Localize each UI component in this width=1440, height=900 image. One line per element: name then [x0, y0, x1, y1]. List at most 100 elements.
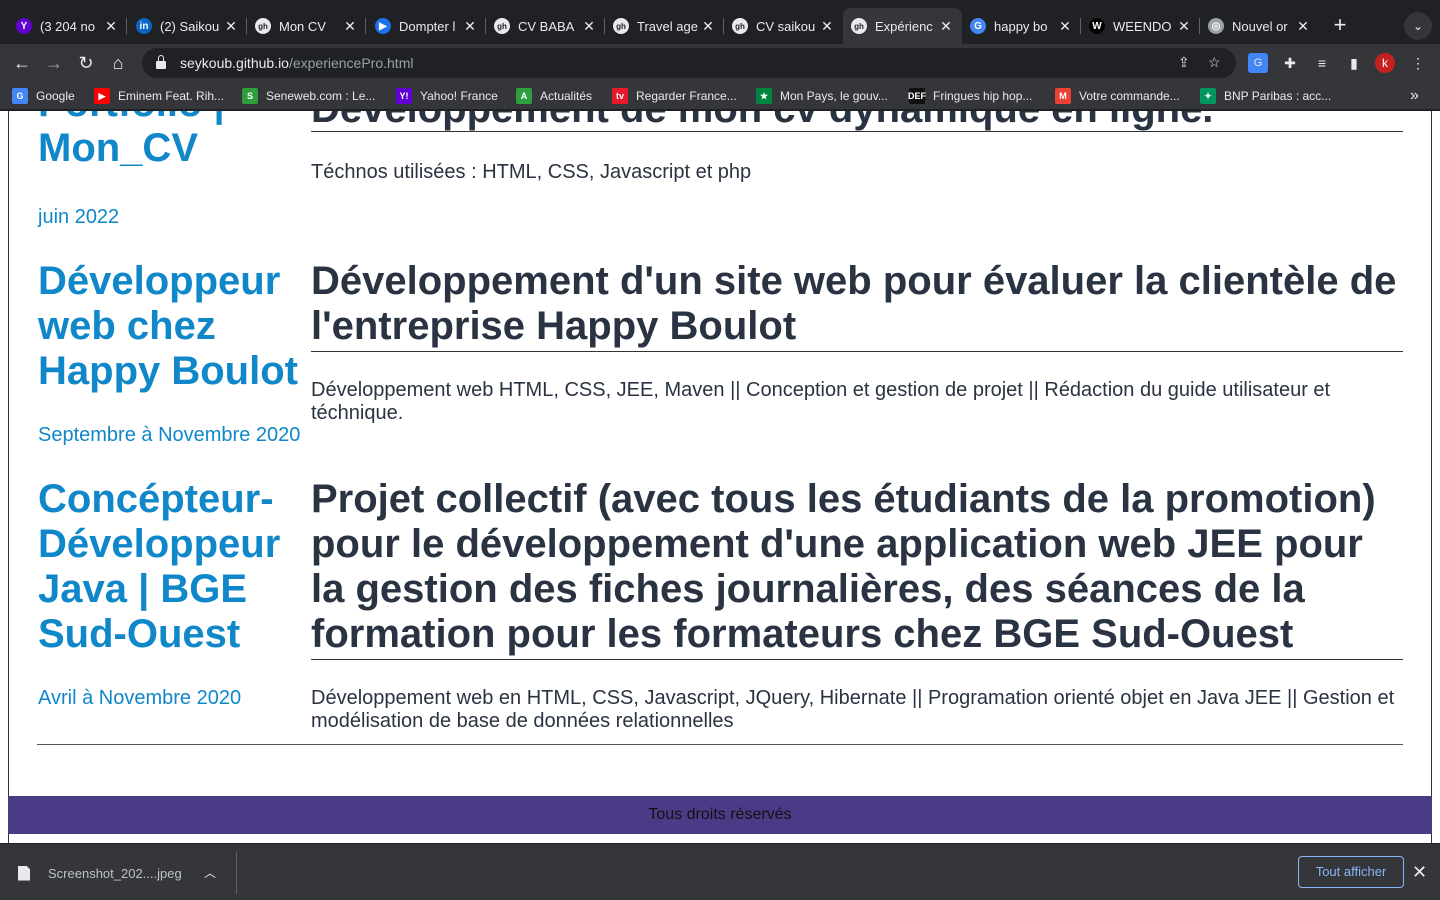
- tab-title: Mon CV: [279, 18, 326, 34]
- tab-title: Expérienc: [875, 18, 933, 34]
- browser-tab[interactable]: gh CV BABA ✕: [486, 8, 605, 44]
- url-domain: seykoub.github.io: [180, 55, 289, 71]
- download-item[interactable]: Screenshot_202....jpeg: [18, 858, 182, 888]
- tab-close-icon[interactable]: ✕: [1176, 18, 1192, 35]
- tab-close-icon[interactable]: ✕: [342, 18, 358, 35]
- project-desc-bge: Développement web en HTML, CSS, Javascri…: [311, 687, 1395, 732]
- browser-tab[interactable]: ▶ Dompter l ✕: [367, 8, 486, 44]
- tab-close-icon[interactable]: ✕: [462, 18, 478, 35]
- bookmark-item[interactable]: ★ Mon Pays, le gouv...: [756, 87, 888, 105]
- tab-favicon-icon: gh: [255, 18, 271, 34]
- show-all-downloads-button[interactable]: Tout afficher: [1298, 856, 1404, 888]
- close-downloads-icon[interactable]: ✕: [1412, 862, 1427, 883]
- tab-search-icon[interactable]: ⌄: [1404, 12, 1432, 40]
- bookmark-favicon-icon: ✦: [1200, 88, 1216, 104]
- bookmark-label: Mon Pays, le gouv...: [780, 89, 888, 103]
- tab-title: Travel age: [637, 18, 698, 34]
- url-path: /experiencePro.html: [288, 55, 414, 71]
- bookmarks-overflow-icon[interactable]: »: [1410, 87, 1419, 105]
- job-date-bge: Avril à Novembre 2020: [38, 687, 242, 709]
- reload-icon[interactable]: ↻: [72, 49, 100, 77]
- translate-extension-icon[interactable]: G: [1248, 53, 1268, 73]
- address-bar[interactable]: seykoub.github.io/experiencePro.html ⇪ ☆: [142, 48, 1236, 78]
- bookmark-favicon-icon: ▶: [94, 88, 110, 104]
- bookmark-label: Google: [36, 89, 75, 103]
- tab-title: Dompter l: [399, 18, 456, 34]
- bookmark-label: BNP Paribas : acc...: [1224, 89, 1332, 103]
- tab-close-icon[interactable]: ✕: [819, 18, 835, 35]
- browser-tab[interactable]: gh Travel age ✕: [605, 8, 724, 44]
- job-date-happy-boulot: Septembre à Novembre 2020: [38, 424, 301, 446]
- tab-close-icon[interactable]: ✕: [103, 18, 119, 35]
- tab-favicon-icon: G: [970, 18, 986, 34]
- bookmark-item[interactable]: tv Regarder France...: [612, 87, 737, 105]
- bookmark-item[interactable]: Y! Yahoo! France: [396, 87, 498, 105]
- home-icon[interactable]: ⌂: [104, 49, 132, 77]
- browser-tab[interactable]: gh Mon CV ✕: [247, 8, 366, 44]
- page-footer: Tous droits réservés: [8, 796, 1432, 834]
- bookmark-label: Yahoo! France: [420, 89, 498, 103]
- lock-icon[interactable]: [156, 55, 166, 69]
- bookmark-favicon-icon: DEF: [908, 88, 926, 104]
- bookmark-label: Fringues hip hop...: [933, 89, 1033, 103]
- project-desc-cv: Téchnos utilisées : HTML, CSS, Javascrip…: [311, 161, 752, 183]
- bookmark-label: Actualités: [540, 89, 593, 103]
- bookmark-item[interactable]: DEF Fringues hip hop...: [908, 87, 1033, 105]
- new-tab-button[interactable]: +: [1326, 12, 1354, 40]
- bookmark-item[interactable]: A Actualités: [516, 87, 592, 105]
- bookmarks-bar: G Google ▶ Eminem Feat. Rih... S Seneweb.com …: [0, 82, 1440, 110]
- tab-close-icon[interactable]: ✕: [700, 18, 716, 35]
- project-desc-happy-boulot: Développement web HTML, CSS, JEE, Maven …: [311, 379, 1331, 424]
- tab-close-icon[interactable]: ✕: [581, 18, 597, 35]
- section-divider: [37, 744, 1403, 745]
- bookmark-favicon-icon: A: [516, 88, 532, 104]
- bookmark-item[interactable]: ✦ BNP Paribas : acc...: [1200, 87, 1331, 105]
- tab-title: CV BABA: [518, 18, 575, 34]
- bookmark-star-icon[interactable]: ☆: [1208, 54, 1221, 71]
- browser-tab[interactable]: W WEENDO ✕: [1081, 8, 1200, 44]
- profile-avatar[interactable]: k: [1375, 53, 1395, 73]
- tab-favicon-icon: in: [136, 18, 152, 34]
- browser-tab[interactable]: gh CV saikou ✕: [724, 8, 843, 44]
- menu-kebab-icon[interactable]: ⋮: [1408, 53, 1428, 73]
- project-title-cv: Développement de mon cv dynamique en lig…: [311, 111, 1403, 132]
- browser-tab[interactable]: ◎ Nouvel or ✕: [1200, 8, 1319, 44]
- job-date-cv: juin 2022: [38, 206, 120, 228]
- address-url[interactable]: seykoub.github.io/experiencePro.html: [180, 55, 413, 71]
- tab-title: (2) Saikou: [160, 18, 220, 34]
- bookmark-item[interactable]: S Seneweb.com : Le...: [242, 87, 375, 105]
- tab-title: WEENDO: [1113, 18, 1172, 34]
- page-viewport: Portfolio | Mon_CV Développement de mon …: [0, 111, 1440, 843]
- tab-close-icon[interactable]: ✕: [1057, 18, 1073, 35]
- job-title-portfolio: Portfolio | Mon_CV: [38, 111, 308, 171]
- downloads-divider: [236, 852, 237, 894]
- side-panel-icon[interactable]: ▮: [1344, 53, 1364, 73]
- bookmark-label: Seneweb.com : Le...: [266, 89, 376, 103]
- tab-close-icon[interactable]: ✕: [1295, 18, 1311, 35]
- browser-tab[interactable]: in (2) Saikou ✕: [128, 8, 247, 44]
- media-control-icon[interactable]: ≡: [1312, 53, 1332, 73]
- tab-strip: Y (3 204 no ✕ in (2) Saikou ✕ gh Mon CV ✕ ▶ Dompte…: [0, 0, 1440, 44]
- tab-favicon-icon: ◎: [1208, 18, 1224, 34]
- back-icon[interactable]: ←: [8, 49, 36, 77]
- job-title-happy-boulot: Développeur web chez Happy Boulot: [38, 259, 298, 393]
- bookmark-label: Eminem Feat. Rih...: [118, 89, 225, 103]
- extensions-puzzle-icon[interactable]: ✚: [1280, 53, 1300, 73]
- tab-favicon-icon: gh: [494, 18, 510, 34]
- downloads-bar: Screenshot_202....jpeg ︿ Tout afficher ✕: [0, 843, 1440, 900]
- forward-icon[interactable]: →: [40, 49, 68, 77]
- project-title-bge: Projet collectif (avec tous les étudiant…: [311, 477, 1403, 660]
- bookmark-item[interactable]: G Google: [12, 87, 75, 105]
- bookmark-item[interactable]: ▶ Eminem Feat. Rih...: [94, 87, 224, 105]
- tab-favicon-icon: gh: [851, 18, 867, 34]
- browser-tab[interactable]: gh Expérienc ✕: [843, 8, 962, 44]
- tab-close-icon[interactable]: ✕: [938, 18, 954, 35]
- tab-close-icon[interactable]: ✕: [223, 18, 239, 35]
- tab-favicon-icon: W: [1089, 18, 1105, 34]
- tab-title: CV saikou: [756, 18, 816, 34]
- browser-tab[interactable]: Ghappy bo ✕: [962, 8, 1081, 44]
- bookmark-item[interactable]: M Votre commande...: [1055, 87, 1180, 105]
- share-icon[interactable]: ⇪: [1178, 54, 1190, 71]
- chevron-up-icon[interactable]: ︿: [204, 864, 216, 881]
- browser-tab[interactable]: Y (3 204 no ✕: [8, 8, 127, 44]
